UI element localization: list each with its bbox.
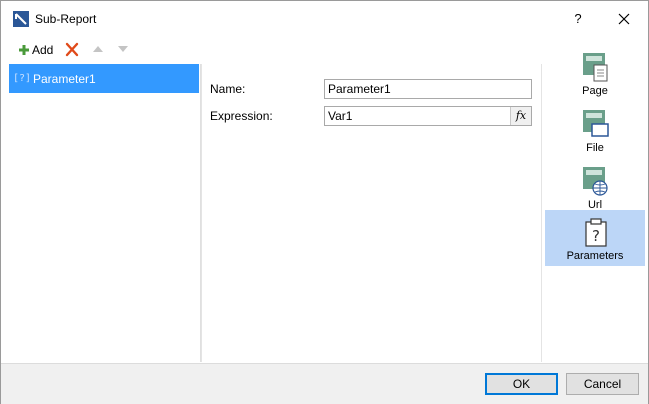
sidebar-item-label: Page [582, 85, 608, 97]
list-item[interactable]: [?] Parameter1 [9, 64, 199, 93]
expression-value: Var1 [328, 109, 353, 123]
sidebar-item-label: File [586, 142, 604, 154]
fx-icon: fx [515, 109, 527, 122]
sub-report-type-sidebar: Page File Url ? Parameters [542, 37, 648, 363]
delete-icon [65, 42, 79, 57]
file-icon [583, 110, 609, 137]
window-title: Sub-Report [35, 12, 97, 26]
url-icon [583, 167, 608, 196]
title-bar: Sub-Report ? [1, 1, 648, 37]
parameters-icon: ? [585, 218, 607, 247]
cancel-button[interactable]: Cancel [566, 373, 639, 395]
parameter-editor: Name: Parameter1 Expression: Var1 fx [201, 64, 542, 362]
sidebar-item-label: Parameters [566, 250, 624, 262]
arrow-down-icon [118, 46, 128, 52]
expression-builder-button[interactable]: fx [510, 107, 531, 125]
list-item-label: Parameter1 [33, 71, 96, 86]
delete-button[interactable] [64, 41, 80, 57]
parameters-toolbar: Add [9, 39, 199, 61]
name-field[interactable]: Parameter1 [324, 79, 532, 99]
sidebar-item-file[interactable]: File [545, 102, 645, 158]
parameters-list: [?] Parameter1 [9, 64, 201, 362]
add-button[interactable]: Add [19, 41, 53, 59]
sub-report-dialog: Sub-Report ? Add [?] Parameter1 Name: Pa… [0, 0, 649, 404]
app-icon [13, 11, 29, 27]
name-label: Name: [210, 82, 246, 96]
expression-label: Expression: [210, 109, 273, 123]
page-icon [583, 53, 608, 82]
ok-button[interactable]: OK [485, 373, 558, 395]
plus-icon [19, 45, 29, 55]
sidebar-item-parameters[interactable]: ? Parameters [545, 210, 645, 266]
parameter-icon: [?] [13, 72, 32, 84]
help-button[interactable]: ? [567, 7, 589, 31]
close-icon [618, 13, 630, 25]
svg-text:?: ? [592, 227, 600, 245]
close-button[interactable] [613, 8, 635, 30]
arrow-up-icon [93, 46, 103, 52]
expression-field[interactable]: Var1 fx [324, 106, 532, 126]
move-up-button[interactable] [90, 41, 106, 57]
sidebar-item-page[interactable]: Page [545, 45, 645, 101]
move-down-button[interactable] [115, 41, 131, 57]
add-button-label: Add [32, 43, 54, 57]
dialog-footer: OK Cancel [1, 363, 648, 404]
sidebar-item-url[interactable]: Url [545, 159, 645, 215]
